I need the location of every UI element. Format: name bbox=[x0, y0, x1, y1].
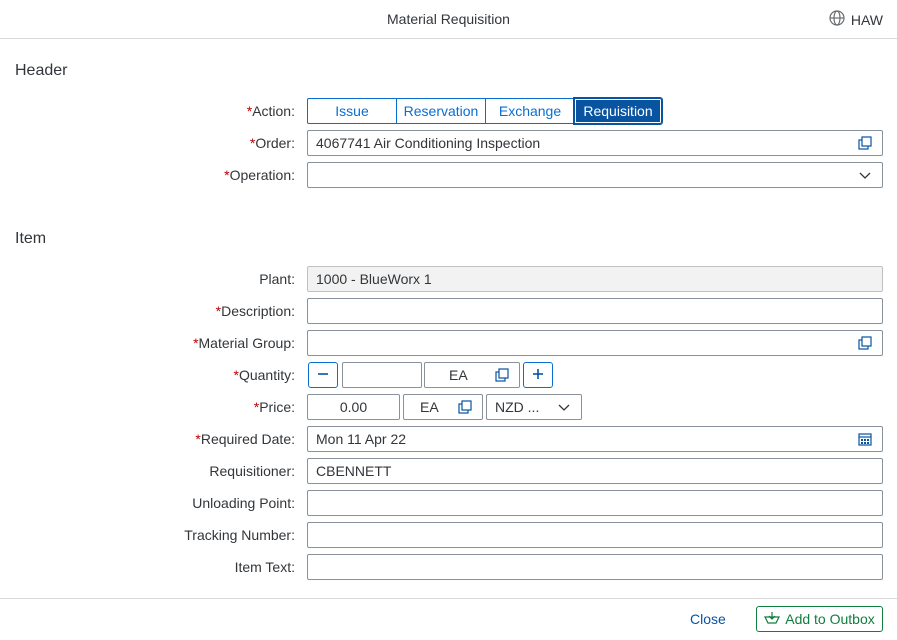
requisitioner-label: Requisitioner: bbox=[209, 463, 295, 479]
title-bar: Material Requisition HAW bbox=[0, 0, 897, 39]
required-date-value: Mon 11 Apr 22 bbox=[316, 431, 407, 447]
globe-icon bbox=[829, 10, 845, 29]
add-to-outbox-button[interactable]: Add to Outbox bbox=[756, 606, 883, 632]
description-label: *Description: bbox=[215, 303, 295, 319]
action-option-reservation[interactable]: Reservation bbox=[396, 98, 485, 124]
operation-select[interactable] bbox=[307, 162, 883, 188]
user-menu[interactable]: HAW bbox=[829, 10, 883, 29]
quantity-decrease-button[interactable] bbox=[308, 362, 338, 388]
price-value: 0.00 bbox=[339, 399, 368, 415]
material-group-label: *Material Group: bbox=[193, 335, 295, 351]
currency-select[interactable]: NZD ... bbox=[486, 394, 582, 420]
chevron-down-icon[interactable] bbox=[555, 398, 573, 416]
header-section-title: Header bbox=[15, 62, 68, 79]
quantity-input[interactable] bbox=[342, 362, 422, 388]
value-help-icon[interactable] bbox=[856, 334, 874, 352]
plant-field: 1000 - BlueWorx 1 bbox=[307, 266, 883, 292]
outbox-icon bbox=[764, 611, 781, 628]
value-help-icon[interactable] bbox=[856, 134, 874, 152]
requisitioner-value: CBENNETT bbox=[316, 463, 392, 479]
action-label: *Action: bbox=[246, 103, 295, 119]
chevron-down-icon[interactable] bbox=[856, 166, 874, 184]
order-value: 4067741 Air Conditioning Inspection bbox=[316, 135, 541, 151]
item-text-input[interactable] bbox=[307, 554, 883, 580]
minus-icon bbox=[316, 367, 330, 384]
unloading-point-input[interactable] bbox=[307, 490, 883, 516]
requisitioner-input[interactable]: CBENNETT bbox=[307, 458, 883, 484]
unloading-point-label: Unloading Point: bbox=[192, 495, 295, 511]
plant-label: Plant: bbox=[259, 271, 295, 287]
footer-toolbar: Close Add to Outbox bbox=[0, 598, 897, 640]
value-help-icon[interactable] bbox=[493, 366, 511, 384]
order-label: *Order: bbox=[249, 135, 295, 151]
quantity-unit-value: EA bbox=[449, 367, 468, 383]
description-input[interactable] bbox=[307, 298, 883, 324]
price-input[interactable]: 0.00 bbox=[307, 394, 400, 420]
quantity-unit-input[interactable]: EA bbox=[424, 362, 520, 388]
item-text-label: Item Text: bbox=[234, 559, 295, 575]
calendar-icon[interactable] bbox=[856, 430, 874, 448]
required-date-picker[interactable]: Mon 11 Apr 22 bbox=[307, 426, 883, 452]
required-date-label: *Required Date: bbox=[195, 431, 295, 447]
action-segmented-control: Issue Reservation Exchange Requisition bbox=[307, 97, 663, 125]
action-option-exchange[interactable]: Exchange bbox=[485, 98, 574, 124]
item-section-title: Item bbox=[15, 230, 47, 247]
currency-value: NZD ... bbox=[495, 399, 540, 415]
plant-value: 1000 - BlueWorx 1 bbox=[316, 271, 432, 287]
user-name: HAW bbox=[850, 11, 883, 28]
quantity-increase-button[interactable] bbox=[523, 362, 553, 388]
page-title: Material Requisition bbox=[387, 11, 510, 27]
action-option-issue[interactable]: Issue bbox=[307, 98, 396, 124]
plus-icon bbox=[531, 367, 545, 384]
price-unit-value: EA bbox=[420, 399, 439, 415]
material-group-input[interactable] bbox=[307, 330, 883, 356]
value-help-icon[interactable] bbox=[456, 398, 474, 416]
tracking-number-label: Tracking Number: bbox=[184, 527, 295, 543]
order-input[interactable]: 4067741 Air Conditioning Inspection bbox=[307, 130, 883, 156]
close-button[interactable]: Close bbox=[690, 611, 726, 627]
tracking-number-input[interactable] bbox=[307, 522, 883, 548]
price-unit-input[interactable]: EA bbox=[403, 394, 483, 420]
add-to-outbox-label: Add to Outbox bbox=[785, 611, 875, 627]
quantity-label: *Quantity: bbox=[233, 367, 295, 383]
price-label: *Price: bbox=[253, 399, 295, 415]
operation-label: *Operation: bbox=[224, 167, 295, 183]
action-option-requisition[interactable]: Requisition bbox=[573, 97, 663, 125]
